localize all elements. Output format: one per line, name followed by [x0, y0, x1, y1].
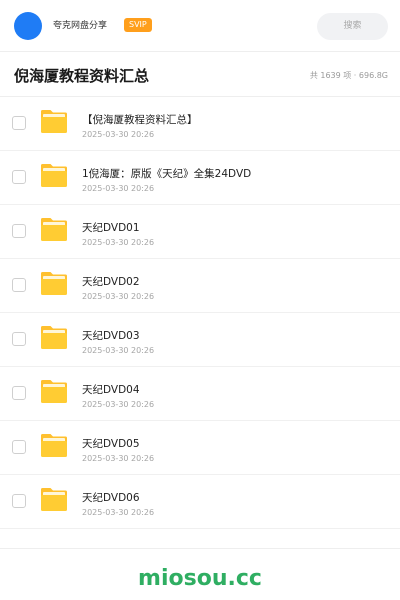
folder-header: 倪海厦教程资料汇总 共 1639 项 · 696.8G: [0, 52, 400, 97]
page-title: 倪海厦教程资料汇总: [14, 67, 150, 85]
folder-icon: [40, 325, 68, 350]
file-date: 2025-03-30 20:26: [82, 130, 155, 139]
folder-icon: [40, 433, 68, 458]
file-name[interactable]: 天纪DVD03: [82, 329, 140, 343]
select-checkbox[interactable]: [12, 224, 26, 238]
folder-icon: [40, 271, 68, 296]
file-date: 2025-03-30 20:26: [82, 400, 155, 409]
file-date: 2025-03-30 20:26: [82, 184, 155, 193]
file-name[interactable]: 天纪DVD06: [82, 491, 140, 505]
file-row[interactable]: 天纪DVD04 2025-03-30 20:26: [0, 367, 400, 421]
file-date: 2025-03-30 20:26: [82, 454, 155, 463]
select-checkbox[interactable]: [12, 440, 26, 454]
select-checkbox[interactable]: [12, 116, 26, 130]
folder-icon: [40, 379, 68, 404]
file-name[interactable]: 天纪DVD02: [82, 275, 140, 289]
svip-badge: SVIP: [124, 18, 152, 32]
file-row[interactable]: 天纪DVD06 2025-03-30 20:26: [0, 475, 400, 529]
file-row[interactable]: 1倪海厦：原版《天纪》全集24DVD 2025-03-30 20:26: [0, 151, 400, 205]
folder-icon: [40, 163, 68, 188]
file-row[interactable]: 天纪DVD01 2025-03-30 20:26: [0, 205, 400, 259]
file-date: 2025-03-30 20:26: [82, 508, 155, 517]
user-name: 夸克网盘分享: [53, 21, 108, 31]
file-row[interactable]: 【倪海厦教程资料汇总】 2025-03-30 20:26: [0, 97, 400, 151]
select-checkbox[interactable]: [12, 386, 26, 400]
file-date: 2025-03-30 20:26: [82, 292, 155, 301]
file-name[interactable]: 天纪DVD01: [82, 221, 140, 235]
file-name[interactable]: 天纪DVD04: [82, 383, 140, 397]
select-checkbox[interactable]: [12, 332, 26, 346]
file-row[interactable]: 天纪DVD02 2025-03-30 20:26: [0, 259, 400, 313]
folder-icon: [40, 487, 68, 512]
footer: miosou.cc: [0, 548, 400, 600]
file-row[interactable]: 天纪DVD03 2025-03-30 20:26: [0, 313, 400, 367]
folder-icon: [40, 217, 68, 242]
select-checkbox[interactable]: [12, 278, 26, 292]
file-name[interactable]: 1倪海厦：原版《天纪》全集24DVD: [82, 167, 251, 181]
file-row[interactable]: 天纪DVD05 2025-03-30 20:26: [0, 421, 400, 475]
file-date: 2025-03-30 20:26: [82, 346, 155, 355]
item-count-size: 共 1639 项 · 696.8G: [309, 71, 388, 80]
file-date: 2025-03-30 20:26: [82, 238, 155, 247]
folder-icon: [40, 109, 68, 134]
select-checkbox[interactable]: [12, 170, 26, 184]
file-list: 【倪海厦教程资料汇总】 2025-03-30 20:26 1倪海厦：原版《天纪》全集…: [0, 97, 400, 529]
file-name[interactable]: 【倪海厦教程资料汇总】: [82, 113, 198, 127]
avatar[interactable]: [14, 12, 42, 40]
watermark: miosou.cc: [138, 566, 262, 591]
file-name[interactable]: 天纪DVD05: [82, 437, 140, 451]
top-bar: 夸克网盘分享 SVIP 搜索: [0, 0, 400, 52]
search-button[interactable]: 搜索: [317, 13, 388, 40]
select-checkbox[interactable]: [12, 494, 26, 508]
